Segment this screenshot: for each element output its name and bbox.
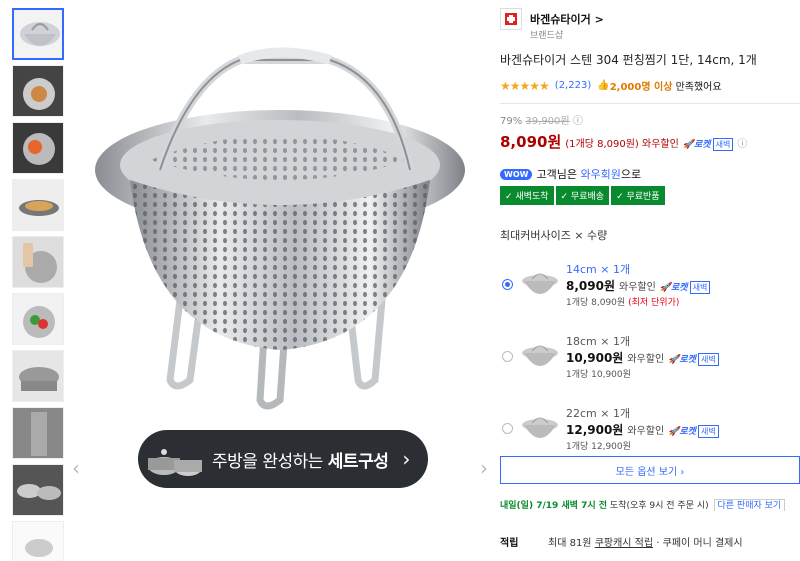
coupang-cash-link[interactable]: 쿠팡캐시 적립 (595, 538, 653, 549)
thumbnail-8[interactable] (12, 407, 64, 459)
info-icon[interactable]: ⓘ (573, 116, 583, 127)
option-name: 14cm × 1개 (566, 263, 631, 276)
option-radio-selected[interactable] (502, 279, 513, 290)
points-text: 최대 81원 쿠팡캐시 적립 · 쿠페이 머니 결제시 (548, 538, 743, 549)
option-price: 8,090원 (566, 279, 615, 293)
wow-member-row: WOW 고객님은 와우회원으로 (500, 166, 800, 182)
steamer-thumb-icon (522, 417, 558, 438)
option-price-row: 10,900원 와우할인 🚀로켓 새벽 (566, 349, 719, 366)
dawn-delivery-badge: 새벽 (697, 353, 719, 366)
option-price: 10,900원 (566, 351, 624, 365)
option-unit-price: 1개당 8,090원 (최저 단위가) (566, 298, 680, 308)
set-promo-banner[interactable]: 주방을 완성하는 세트구성 › (138, 430, 428, 488)
all-options-button[interactable]: 모든 옵션 보기 › (500, 456, 800, 484)
option-unit-price: 1개당 10,900원 (566, 370, 631, 380)
product-title: 바겐슈타이거 스텐 304 펀칭찜기 1단, 14cm, 1개 (500, 53, 757, 67)
satisfaction-text: 2,000명 이상 만족했어요 (609, 82, 722, 93)
divider (500, 103, 800, 104)
wow-text: 고객님은 와우회원으로 (536, 168, 642, 181)
option-price: 12,900원 (566, 423, 624, 437)
thumbnail-1[interactable] (12, 8, 64, 60)
next-image-arrow[interactable]: › (480, 456, 488, 480)
option-wow-label: 와우할인 (619, 282, 656, 293)
thumbnail-10[interactable] (12, 521, 64, 561)
other-seller-button[interactable]: 다른 판매자 보기 (713, 499, 786, 511)
original-price: 39,900원 (525, 116, 570, 127)
option-name: 18cm × 1개 (566, 335, 631, 348)
thumbnail-list (12, 8, 66, 561)
pot-set-icon (144, 430, 208, 488)
option-wow-label: 와우할인 (627, 354, 665, 365)
thumbnail-3[interactable] (12, 122, 64, 174)
thumbnail-2[interactable] (12, 65, 64, 117)
option-price-row: 12,900원 와우할인 🚀로켓 새벽 (566, 421, 719, 438)
thumbnail-9[interactable] (12, 464, 64, 516)
points-row: 적립 최대 81원 쿠팡캐시 적립 · 쿠페이 머니 결제시 (500, 534, 800, 549)
steamer-thumb-icon (522, 345, 558, 366)
thumbnail-7[interactable] (12, 350, 64, 402)
product-info-panel: 바겐슈타이거 > 브랜드샵 바겐슈타이거 스텐 304 펀칭찜기 1단, 14c… (500, 0, 800, 477)
points-label: 적립 (500, 538, 519, 549)
dawn-delivery-badge: 새벽 (689, 281, 711, 294)
option-unit-price: 1개당 12,900원 (566, 442, 631, 452)
brand-logo (500, 8, 522, 30)
option-radio[interactable] (502, 423, 513, 434)
rocket-delivery-badge: 🚀로켓 (668, 427, 696, 437)
unit-price: (1개당 8,090원) 와우할인 (565, 139, 679, 150)
rocket-delivery-badge: 🚀로켓 (668, 355, 696, 365)
option-item-14cm[interactable]: 14cm × 1개 8,090원 와우할인 🚀로켓 새벽 1개당 8,090원 … (500, 261, 800, 333)
discount-row: 79% 39,900원 ⓘ (500, 112, 800, 127)
price-row: 8,090원 (1개당 8,090원) 와우할인 🚀로켓 새벽 ⓘ (500, 131, 800, 152)
dawn-delivery-badge: 새벽 (712, 138, 734, 151)
thumbnail-4[interactable] (12, 179, 64, 231)
brand-row[interactable]: 바겐슈타이거 > (500, 8, 800, 30)
rating-row: ★★★★★ (2,223) 👍 2,000명 이상 만족했어요 (500, 78, 800, 94)
option-radio[interactable] (502, 351, 513, 362)
discount-rate: 79% (500, 116, 523, 127)
option-wow-label: 와우할인 (627, 426, 665, 437)
rocket-delivery-badge: 🚀로켓 (682, 140, 711, 150)
thumbnail-6[interactable] (12, 293, 64, 345)
option-price-row: 8,090원 와우할인 🚀로켓 새벽 (566, 277, 711, 294)
rocket-delivery-badge: 🚀로켓 (659, 283, 688, 293)
benefit-dawn-delivery: ✓ 새벽도착 (500, 186, 554, 205)
brand-subtitle: 브랜드샵 (530, 31, 564, 41)
chevron-right-icon: › (402, 447, 411, 471)
benefit-free-shipping: ✓ 무료배송 (555, 186, 610, 205)
rating-stars: ★★★★★ (500, 78, 550, 93)
review-count-link[interactable]: (2,223) (555, 80, 591, 91)
thumbs-up-icon: 👍 (597, 80, 610, 91)
prev-image-arrow[interactable]: ‹ (72, 456, 80, 480)
thumbnail-5[interactable] (12, 236, 64, 288)
option-title: 최대커버사이즈 × 수량 (500, 229, 608, 242)
brand-name[interactable]: 바겐슈타이거 > (530, 11, 604, 27)
option-item-18cm[interactable]: 18cm × 1개 10,900원 와우할인 🚀로켓 새벽 1개당 10,900… (500, 333, 800, 405)
banner-text: 주방을 완성하는 세트구성 (212, 451, 389, 472)
wow-badge: WOW (500, 168, 533, 180)
delivery-info: 내일(일) 7/19 새벽 7시 전 도착(오후 9시 전 주문 시) 다른 판… (500, 498, 800, 511)
dawn-delivery-badge: 새벽 (697, 425, 719, 438)
sale-price: 8,090원 (500, 133, 562, 151)
benefit-free-return: ✓ 무료반품 (611, 186, 665, 205)
steamer-thumb-icon (522, 273, 558, 294)
benefit-badges: ✓ 새벽도착 ✓ 무료배송 ✓ 무료반품 (500, 186, 800, 205)
info-icon[interactable]: ⓘ (737, 135, 747, 150)
option-name: 22cm × 1개 (566, 407, 631, 420)
main-product-image (90, 20, 480, 420)
